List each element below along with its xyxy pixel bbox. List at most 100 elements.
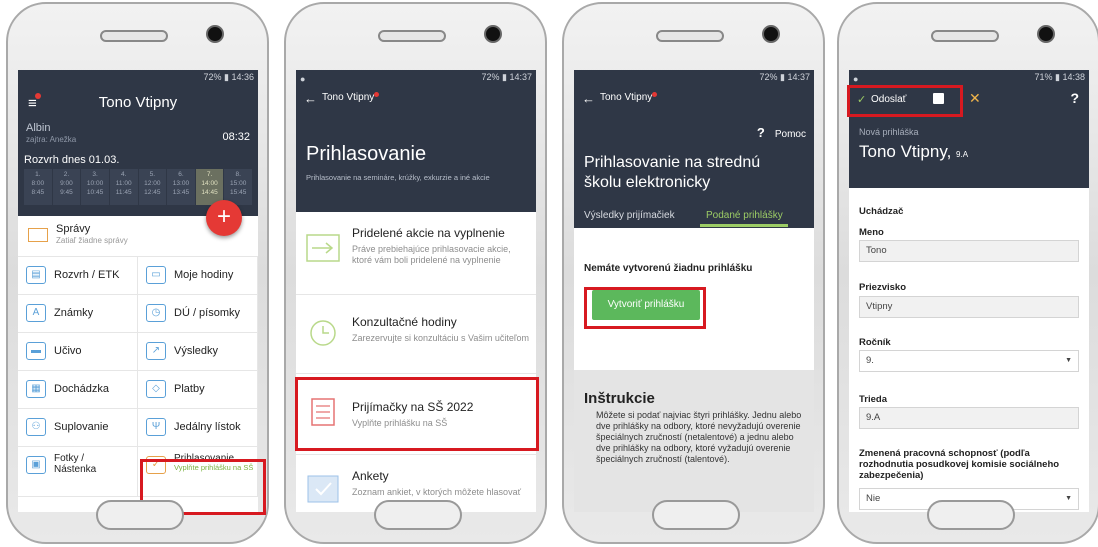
- user-sub: zajtra: Anežka: [26, 135, 77, 144]
- trieda-field[interactable]: 9.A: [859, 407, 1079, 429]
- tab-podane[interactable]: Podané prihlášky: [706, 210, 783, 221]
- rozvrh-title: Rozvrh dnes 01.03.: [24, 154, 120, 166]
- home-button[interactable]: [374, 500, 462, 530]
- speaker: [931, 30, 999, 42]
- menu-item[interactable]: A Známky: [18, 295, 138, 333]
- field-label-meno: Meno: [859, 227, 884, 238]
- menu-item-fotky[interactable]: ▣ Fotky / Nástenka: [18, 447, 138, 497]
- status-bar: 72% ▮ 14:37: [574, 70, 814, 85]
- period-cell: 5. 12:00 12:45: [138, 169, 167, 205]
- form-header: Nová prihláška Tono Vtipny, 9.A: [849, 115, 1089, 188]
- list-item-konzultacne[interactable]: Konzultačné hodiny Zarezervujte si konzu…: [296, 295, 536, 374]
- tab-vysledky[interactable]: Výsledky prijímačiek: [584, 210, 675, 221]
- breadcrumb: Tono Vtipny: [600, 92, 658, 103]
- rocnik-select[interactable]: 9. ▼: [859, 350, 1079, 372]
- camera: [484, 25, 502, 43]
- header: ← Tono Vtipny Prihlasovanie Prihlasovani…: [296, 85, 536, 212]
- period-cell: 3. 10:00 10:45: [81, 169, 109, 205]
- field-label-zmena: Zmenená pracovná schopnosť (podľa rozhod…: [859, 448, 1060, 481]
- home-button[interactable]: [652, 500, 740, 530]
- menu-grid: ▤ Rozvrh / ETK ▭ Moje hodiny A Známky ◷ DÚ / pí…: [18, 257, 258, 447]
- user-name: Albin: [26, 122, 51, 134]
- menu-item[interactable]: ⚇ Suplovanie: [18, 409, 138, 447]
- breadcrumb-label: Tono Vtipny: [600, 92, 653, 103]
- section-title: Uchádzač: [859, 206, 904, 217]
- period-cell: 1. 8:00 8:45: [24, 169, 52, 205]
- status-bar: ● 72% ▮ 14:37: [296, 70, 536, 85]
- item-desc: Práve prebiehajúce prihlasovacie akcie, …: [352, 244, 511, 265]
- item-desc: Zarezervujte si konzultáciu s Vašim učit…: [352, 333, 530, 343]
- period-time: 13:00 13:45: [172, 180, 190, 196]
- arrow-right-icon: [306, 234, 340, 262]
- menu-item-label: Jedálny lístok: [174, 421, 241, 433]
- list-item-pridelene[interactable]: Pridelené akcie na vyplnenie Práve prebi…: [296, 212, 536, 295]
- period-time: 15:00 15:45: [230, 180, 247, 196]
- spravy-item[interactable]: Správy Zatiaľ žiadne správy: [18, 216, 258, 257]
- instructions-body: Môžete si podať najviac štyri prihlášky.…: [596, 410, 802, 464]
- clock: 08:32: [222, 131, 250, 143]
- speaker: [656, 30, 724, 42]
- help-icon[interactable]: ?: [1070, 90, 1079, 106]
- instructions-panel: Inštrukcie Môžete si podať najviac štyri…: [574, 370, 814, 512]
- item-title: Ankety: [352, 469, 389, 483]
- menu-item[interactable]: ▬ Učivo: [18, 333, 138, 371]
- speaker: [100, 30, 168, 42]
- breadcrumb: Tono Vtipny: [322, 92, 380, 103]
- question-icon: ?: [756, 125, 765, 140]
- item-title: Pridelené akcie na vyplnenie: [352, 226, 505, 240]
- period-time: 12:00 12:45: [144, 180, 161, 196]
- help-button[interactable]: ? Pomoc: [757, 125, 806, 140]
- menu-item-label: Moje hodiny: [174, 269, 234, 281]
- attendance-icon: ▦: [26, 380, 46, 398]
- highlight-prijimacky: [295, 377, 539, 451]
- menu-item-label: DÚ / písomky: [174, 307, 241, 319]
- menu-item[interactable]: ▭ Moje hodiny: [138, 257, 258, 295]
- page-title: Prihlasovanie: [306, 143, 427, 165]
- item-title: Konzultačné hodiny: [352, 315, 457, 329]
- meno-field[interactable]: Tono: [859, 240, 1079, 262]
- menu-item[interactable]: ▤ Rozvrh / ETK: [18, 257, 138, 295]
- status-text: 72% ▮ 14:36: [203, 72, 255, 82]
- period-cell: 6. 13:00 13:45: [167, 169, 195, 205]
- item-desc: Zoznam ankiet, v ktorých môžete hlasovať: [352, 487, 521, 497]
- chart-icon: ↗: [146, 342, 166, 360]
- page-title: Prihlasovanie na strednú školu elektroni…: [584, 154, 761, 191]
- new-application-label: Nová prihláška: [859, 127, 919, 137]
- phone-1: 72% ▮ 14:36 ≡ Tono Vtipny Albin zajtra: …: [6, 2, 269, 544]
- close-icon[interactable]: ✕: [969, 90, 981, 107]
- menu-item-label: Rozvrh / ETK: [54, 269, 120, 281]
- name-text: Tono Vtipny,: [859, 142, 952, 161]
- home-button[interactable]: [96, 500, 184, 530]
- timetable-icon: ▤: [26, 266, 46, 284]
- home-button[interactable]: [927, 500, 1015, 530]
- phone-2: ● 72% ▮ 14:37 ← Tono Vtipny Prihlasovanie…: [284, 2, 547, 544]
- highlight-create-button: [584, 287, 706, 329]
- period-time: 14:00 14:45: [201, 180, 218, 196]
- notification-dot: [374, 92, 380, 97]
- menu-item[interactable]: Ψ Jedálny lístok: [138, 409, 258, 447]
- photo-icon: ▣: [26, 456, 46, 474]
- cutlery-icon: Ψ: [146, 418, 166, 436]
- menu-item[interactable]: ◇ Platby: [138, 371, 258, 409]
- menu-item[interactable]: ↗ Výsledky: [138, 333, 258, 371]
- spravy-sub: Zatiaľ žiadne správy: [56, 236, 128, 245]
- status-bar: 72% ▮ 14:36: [18, 70, 258, 85]
- menu-item-label: Výsledky: [174, 345, 219, 357]
- page-subtitle: Prihlasovanie na semináre, krúžky, exkur…: [306, 173, 490, 182]
- menu-item[interactable]: ◷ DÚ / písomky: [138, 295, 258, 333]
- period-time: 9:00 9:45: [60, 180, 73, 196]
- dropdown-arrow-icon: ▼: [1065, 495, 1072, 502]
- priezvisko-field[interactable]: Vtipny: [859, 296, 1079, 318]
- page-title: Tono Vtipny: [98, 94, 178, 111]
- tab-underline: [700, 224, 788, 227]
- grades-icon: A: [26, 304, 46, 322]
- status-text: 71% ▮ 14:38: [1034, 72, 1086, 82]
- clock-icon: ◷: [146, 304, 166, 322]
- back-arrow-icon[interactable]: ←: [582, 91, 595, 106]
- fotky-label: Fotky / Nástenka: [54, 453, 97, 475]
- back-arrow-icon[interactable]: ←: [304, 91, 317, 106]
- menu-item[interactable]: ▦ Dochádzka: [18, 371, 138, 409]
- applicant-name: Tono Vtipny, 9.A: [859, 142, 968, 162]
- book-icon: ▭: [146, 266, 166, 284]
- phone-3: 72% ▮ 14:37 ← Tono Vtipny ? Pomoc Prihlas…: [562, 2, 825, 544]
